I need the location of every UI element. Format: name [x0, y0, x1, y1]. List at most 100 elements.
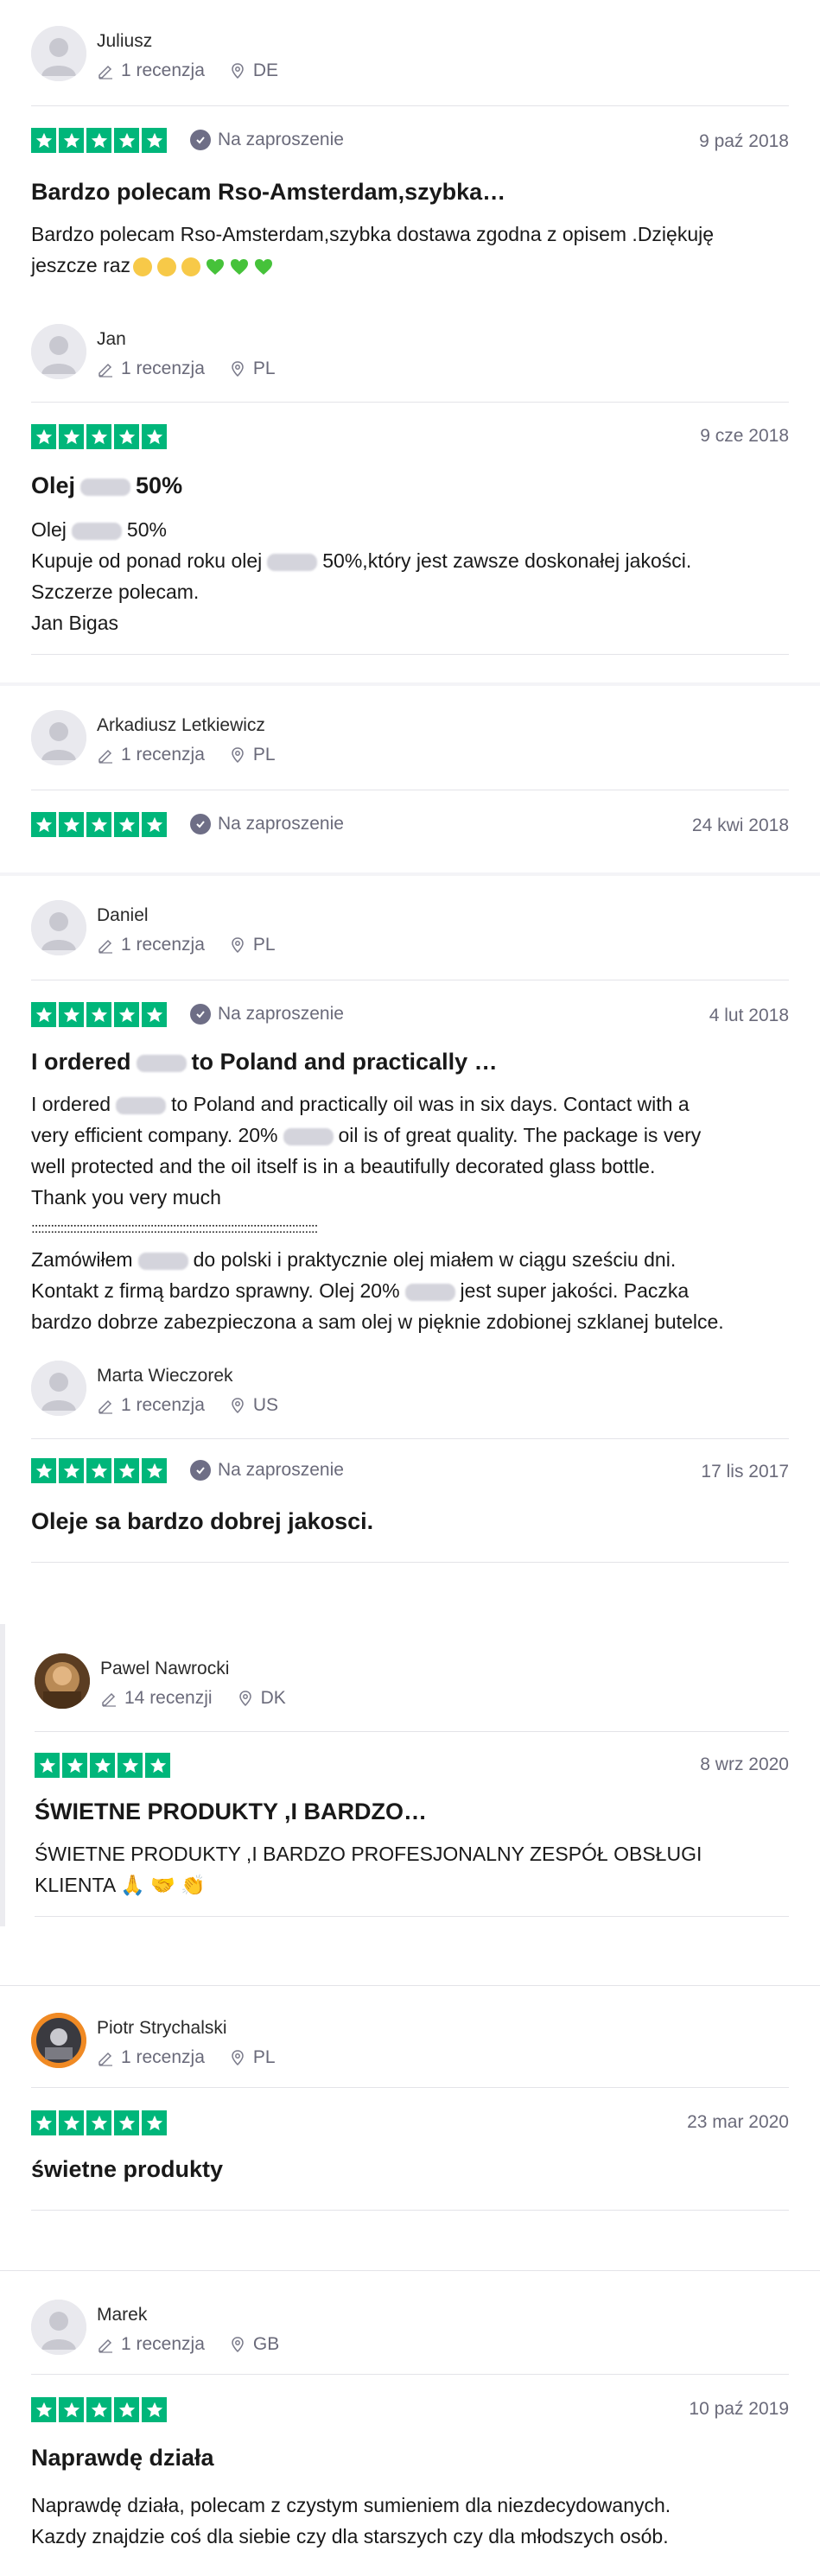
body-line: Naprawdę działa, polecam z czystym sumie…: [31, 2494, 671, 2516]
star-icon: [114, 2397, 139, 2422]
star-rating: [31, 2110, 167, 2135]
review-body: ŚWIETNE PRODUKTY ,I BARDZO PROFESJONALNY…: [35, 1838, 789, 1900]
review-card: Piotr Strychalski 1 recenzja PL 23 mar 2…: [0, 1987, 820, 2220]
body-line: Thank you very much: [31, 1186, 221, 1209]
avatar[interactable]: [31, 324, 86, 379]
invited-label: Na zaproszenie: [218, 814, 344, 834]
review-title[interactable]: Naprawdę działa: [31, 2445, 214, 2471]
avatar[interactable]: [31, 710, 86, 765]
review-title[interactable]: ŚWIETNE PRODUKTY ,I BARDZO…: [35, 1799, 427, 1825]
pencil-icon: [99, 363, 112, 378]
pencil-icon: [99, 65, 112, 79]
location-pin-icon: [232, 747, 244, 764]
review-date: 9 cze 2018: [700, 426, 789, 446]
star-icon: [114, 1458, 139, 1483]
author-name[interactable]: Arkadiusz Letkiewicz: [97, 715, 265, 736]
location-pin-icon: [232, 63, 244, 79]
body-line: Kazdy znajdzie coś dla siebie czy dla st…: [31, 2525, 669, 2547]
location-pin-icon: [232, 2337, 244, 2353]
author-meta: 1 recenzja PL: [97, 358, 276, 379]
pencil-icon: [102, 1692, 116, 1707]
review-card: Marek 1 recenzja GB 10 paź 2019 Naprawdę…: [0, 2272, 820, 2576]
star-icon: [31, 424, 56, 449]
author-name[interactable]: Marek: [97, 2305, 147, 2325]
invited-label: Na zaproszenie: [218, 1460, 344, 1480]
star-icon: [86, 424, 111, 449]
star-icon: [59, 2110, 84, 2135]
review-title[interactable]: Olej 50%: [31, 473, 182, 499]
star-icon: [114, 812, 139, 837]
review-body: I ordered to Poland and practically oil w…: [31, 1088, 789, 1337]
author-name[interactable]: Marta Wieczorek: [97, 1366, 233, 1386]
invited-badge[interactable]: Na zaproszenie: [190, 1460, 344, 1481]
pencil-icon: [99, 749, 112, 764]
review-count: 14 recenzji: [124, 1688, 213, 1708]
star-icon: [86, 1458, 111, 1483]
body-line: Kupuje od ponad roku olej 50%,który jest …: [31, 549, 692, 572]
invited-badge[interactable]: Na zaproszenie: [190, 1004, 344, 1025]
review-date: 10 paź 2019: [689, 2399, 789, 2419]
star-icon: [86, 2397, 111, 2422]
invited-badge[interactable]: Na zaproszenie: [190, 814, 344, 834]
review-date: 8 wrz 2020: [700, 1754, 789, 1774]
review-title[interactable]: I ordered to Poland and practically …: [31, 1049, 498, 1075]
divider: [35, 1731, 789, 1732]
review-count: 1 recenzja: [121, 2334, 205, 2354]
star-icon: [114, 424, 139, 449]
review-title[interactable]: świetne produkty: [31, 2156, 223, 2183]
review-count: 1 recenzja: [121, 358, 205, 378]
review-card: Jan 1 recenzja PL 9 cze 2018 Olej 50% Ole…: [0, 298, 820, 682]
location-pin-icon: [232, 361, 244, 378]
body-line: KLIENTA 🙏 🤝 👏: [35, 1874, 206, 1896]
location-pin-icon: [232, 2050, 244, 2066]
body-line: Jan Bigas: [31, 612, 119, 634]
green-heart-emoji: [203, 254, 276, 276]
avatar[interactable]: [31, 900, 86, 955]
divider: [31, 654, 789, 655]
divider: [31, 2374, 789, 2375]
review-body: Olej 50% Kupuje od ponad roku olej 50%,któ…: [31, 514, 789, 638]
avatar[interactable]: [35, 1653, 90, 1709]
body-line: ::::::::::::::::::::::::::::::::::::::::…: [31, 1220, 318, 1236]
avatar[interactable]: [31, 2013, 86, 2068]
body-line: bardzo dobrze zabezpieczona a sam olej w…: [31, 1310, 724, 1333]
emoji-group: 🙏 🤝 👏: [120, 1874, 206, 1896]
divider: [31, 105, 789, 106]
author-meta: 14 recenzji DK: [100, 1688, 286, 1709]
body-line: Bardzo polecam Rso-Amsterdam,szybka dost…: [31, 223, 715, 245]
body-line: Kontakt z firmą bardzo sprawny. Olej 20%…: [31, 1279, 690, 1302]
verified-check-icon: [190, 1004, 211, 1025]
review-count: 1 recenzja: [121, 2047, 205, 2067]
star-icon: [86, 812, 111, 837]
review-count: 1 recenzja: [121, 745, 205, 765]
review-date: 4 lut 2018: [709, 1006, 789, 1025]
star-icon: [142, 424, 167, 449]
star-icon: [86, 128, 111, 153]
star-rating: [31, 128, 167, 153]
star-icon: [142, 128, 167, 153]
star-icon: [142, 2397, 167, 2422]
review-date: 24 kwi 2018: [691, 815, 789, 835]
review-body: Naprawdę działa, polecam z czystym sumie…: [31, 2490, 789, 2552]
star-icon: [31, 2110, 56, 2135]
redacted-text: [136, 1054, 187, 1072]
star-icon: [86, 2110, 111, 2135]
author-name[interactable]: Piotr Strychalski: [97, 2018, 227, 2039]
star-icon: [31, 1458, 56, 1483]
author-name[interactable]: Juliusz: [97, 31, 152, 52]
author-country: GB: [252, 2334, 280, 2354]
divider: [31, 2087, 789, 2088]
invited-badge[interactable]: Na zaproszenie: [190, 130, 344, 150]
section-separator: [0, 2220, 820, 2270]
avatar[interactable]: [31, 26, 86, 81]
avatar[interactable]: [31, 1361, 86, 1416]
review-title[interactable]: Oleje sa bardzo dobrej jakosci.: [31, 1508, 373, 1535]
pencil-icon: [99, 2052, 112, 2066]
author-meta: 1 recenzja PL: [97, 935, 276, 955]
avatar[interactable]: [31, 2300, 86, 2355]
star-icon: [59, 128, 84, 153]
review-title[interactable]: Bardzo polecam Rso-Amsterdam,szybka…: [31, 179, 505, 206]
author-name[interactable]: Pawel Nawrocki: [100, 1659, 229, 1679]
author-name[interactable]: Daniel: [97, 905, 149, 926]
author-name[interactable]: Jan: [97, 329, 126, 350]
